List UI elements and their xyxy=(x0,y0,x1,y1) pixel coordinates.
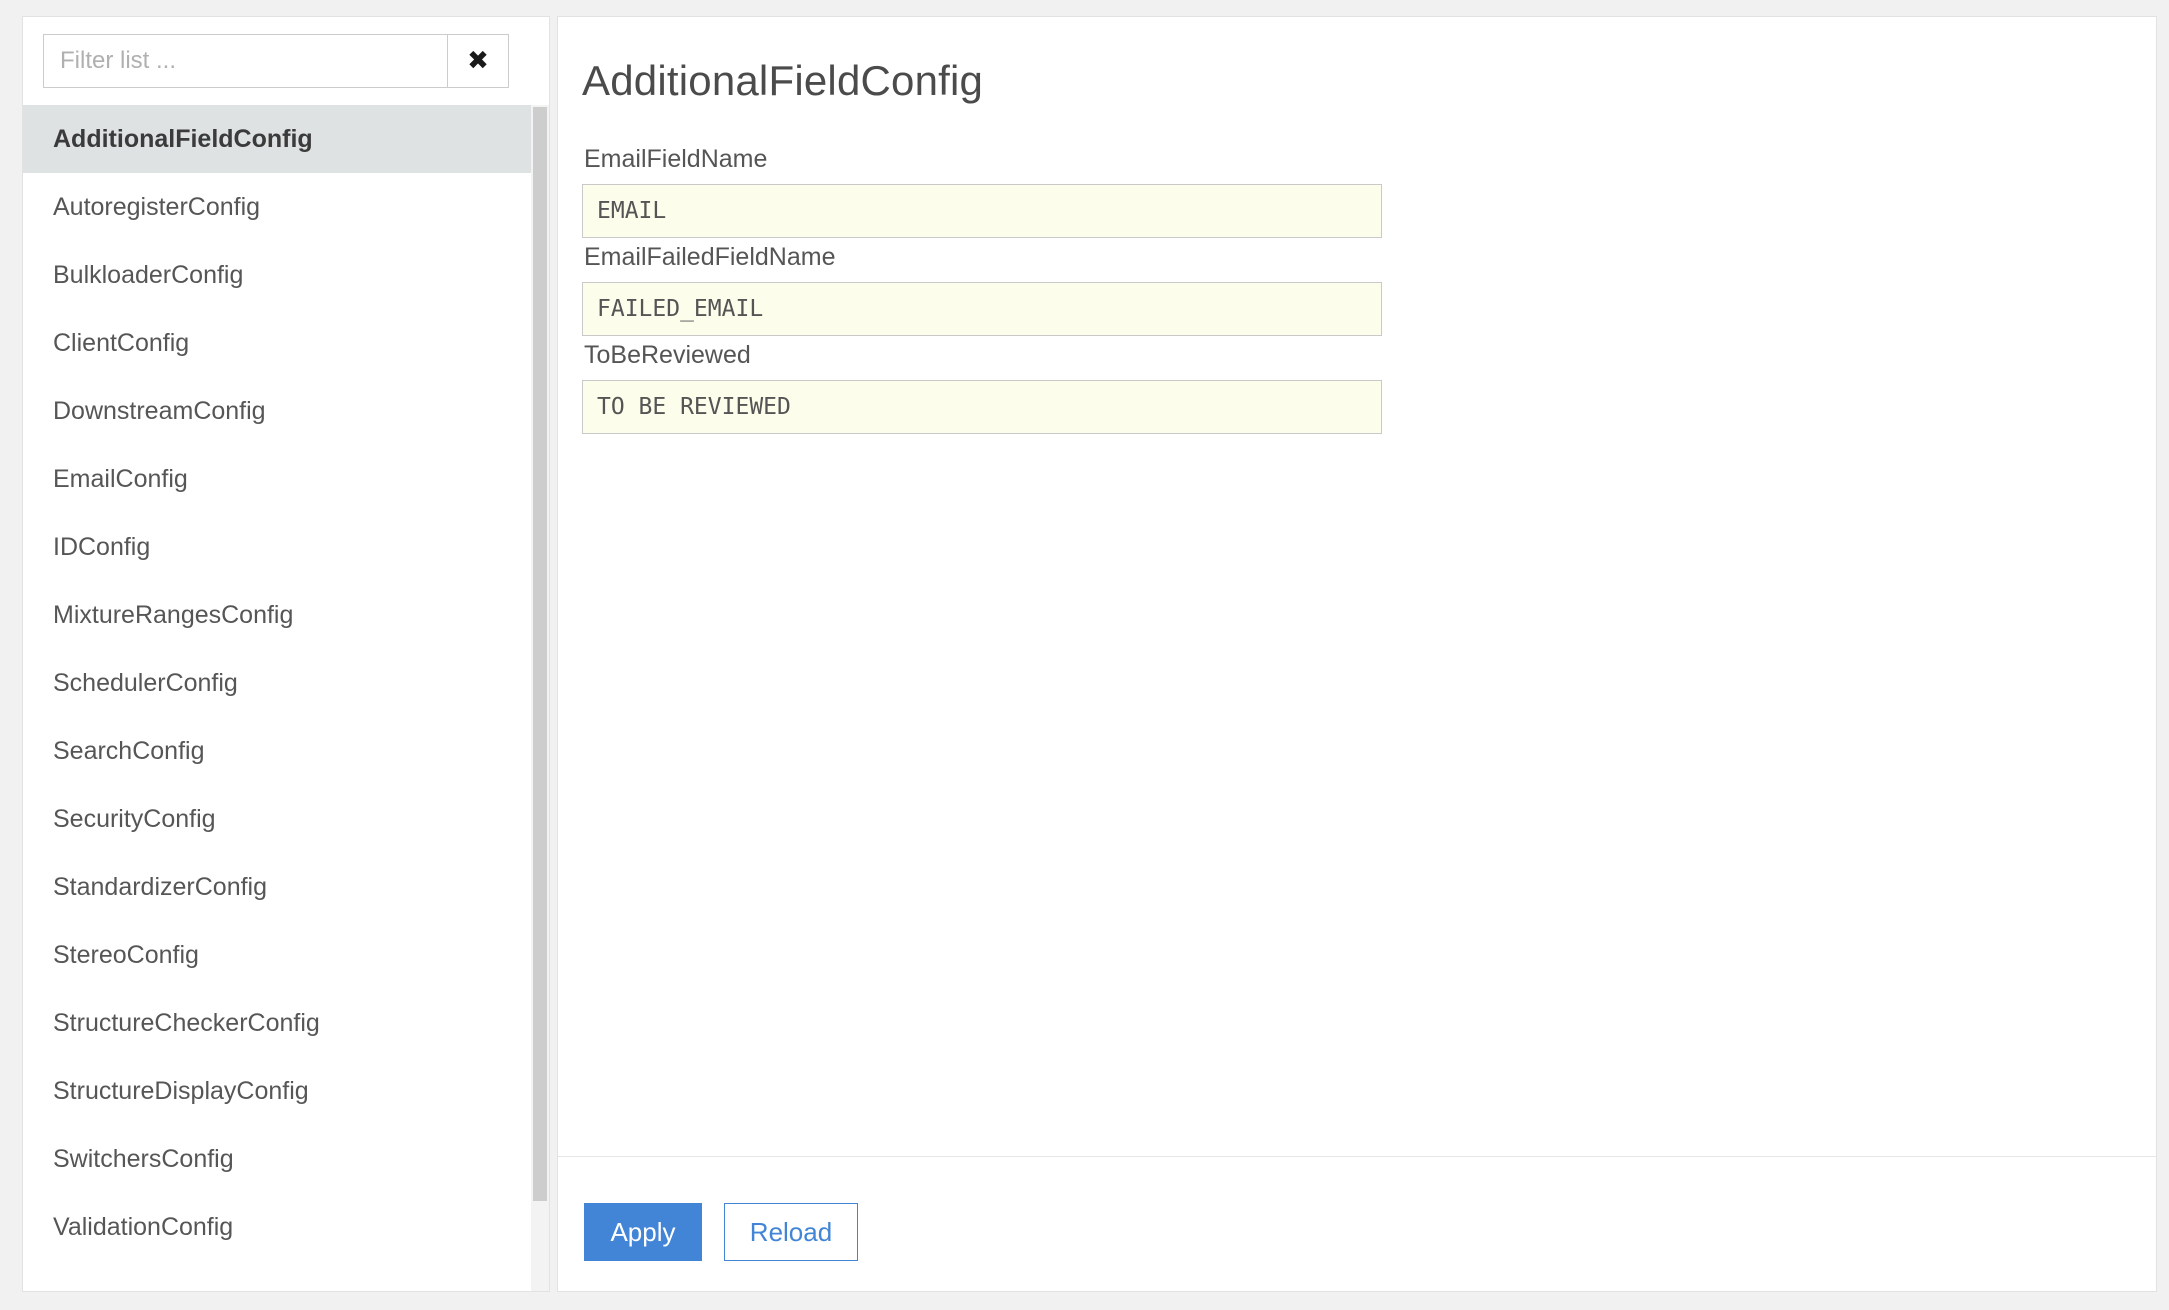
config-list: AdditionalFieldConfig AutoregisterConfig B… xyxy=(23,105,531,1261)
config-form-area: AdditionalFieldConfig EmailFieldName Ema… xyxy=(558,17,2156,1156)
config-list-item[interactable]: MixtureRangesConfig xyxy=(23,581,531,649)
config-list-scroll-area: AdditionalFieldConfig AutoregisterConfig B… xyxy=(23,105,549,1291)
config-list-item[interactable]: StructureCheckerConfig xyxy=(23,989,531,1057)
config-list-item[interactable]: SwitchersConfig xyxy=(23,1125,531,1193)
config-list-item[interactable]: StructureDisplayConfig xyxy=(23,1057,531,1125)
form-group-email-failed-field-name: EmailFailedFieldName xyxy=(582,243,1382,336)
field-input-to-be-reviewed[interactable] xyxy=(582,380,1382,434)
close-x-icon: ✖ xyxy=(467,46,489,76)
filter-input-group: ✖ xyxy=(43,34,509,88)
reload-button[interactable]: Reload xyxy=(724,1203,858,1261)
filter-bar: ✖ xyxy=(23,17,549,105)
config-list-item[interactable]: StereoConfig xyxy=(23,921,531,989)
field-label: EmailFieldName xyxy=(584,145,768,173)
config-editor-window: ✖ AdditionalFieldConfigAutoregisterConfi… xyxy=(0,0,2169,1310)
field-label: EmailFailedFieldName xyxy=(584,243,836,271)
config-list-item[interactable]: DownstreamConfig xyxy=(23,377,531,445)
config-list-item[interactable]: EmailConfig xyxy=(23,445,531,513)
config-list-item[interactable]: SecurityConfig xyxy=(23,785,531,853)
form-group-email-field-name: EmailFieldName xyxy=(582,145,1382,238)
config-list-item[interactable]: IDConfig xyxy=(23,513,531,581)
form-footer: Apply Reload xyxy=(558,1156,2156,1291)
form-group-to-be-reviewed: ToBeReviewed xyxy=(582,341,1382,434)
config-list-panel: ✖ AdditionalFieldConfigAutoregisterConfi… xyxy=(22,16,550,1292)
page-title: AdditionalFieldConfig xyxy=(582,57,984,104)
field-input-email-failed-field-name[interactable] xyxy=(582,282,1382,336)
config-list-item[interactable]: AutoregisterConfig xyxy=(23,173,531,241)
sidebar-scrollbar-thumb[interactable] xyxy=(533,107,547,1201)
config-list-item[interactable]: AdditionalFieldConfig xyxy=(23,105,531,173)
config-list-item[interactable]: ValidationConfig xyxy=(23,1193,531,1261)
config-list-item[interactable]: ClientConfig xyxy=(23,309,531,377)
config-list-item[interactable]: BulkloaderConfig xyxy=(23,241,531,309)
field-label: ToBeReviewed xyxy=(584,341,751,369)
config-list-item[interactable]: StandardizerConfig xyxy=(23,853,531,921)
field-input-email-field-name[interactable] xyxy=(582,184,1382,238)
config-detail-panel: AdditionalFieldConfig EmailFieldName Ema… xyxy=(557,16,2157,1292)
config-list-item[interactable]: SearchConfig xyxy=(23,717,531,785)
clear-filter-button[interactable]: ✖ xyxy=(447,34,509,88)
apply-button[interactable]: Apply xyxy=(584,1203,702,1261)
config-list-item[interactable]: SchedulerConfig xyxy=(23,649,531,717)
filter-input[interactable] xyxy=(43,34,447,88)
